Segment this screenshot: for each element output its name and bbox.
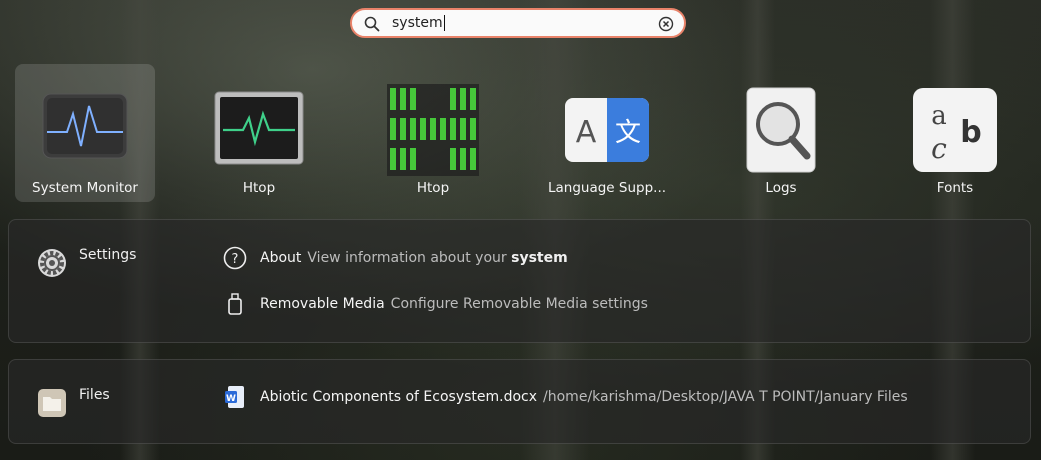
settings-provider-label: Settings (79, 247, 137, 263)
files-folder-icon (37, 388, 67, 422)
clear-search-icon[interactable] (658, 16, 674, 36)
svg-text:b: b (960, 115, 981, 150)
search-box[interactable]: system (350, 8, 686, 38)
app-system-monitor[interactable]: System Monitor (15, 64, 155, 202)
search-icon (364, 16, 380, 36)
app-label: Logs (765, 180, 797, 196)
search-input[interactable]: system (392, 15, 445, 31)
result-description: View information about your system (307, 250, 568, 266)
settings-results-panel: Settings ? About View information about … (8, 219, 1031, 343)
app-label: Language Supp... (547, 180, 667, 196)
app-fonts[interactable]: a b c Fonts (885, 64, 1025, 202)
result-path: /home/karishma/Desktop/JAVA T POINT/Janu… (543, 389, 908, 405)
search-match-highlight: system (511, 250, 568, 266)
app-htop-terminal[interactable]: Htop (189, 64, 329, 202)
svg-text:A: A (576, 115, 597, 150)
app-results-grid: System Monitor Htop Htop A 文 Language Su… (0, 64, 1041, 204)
usb-drive-icon (223, 292, 247, 316)
files-result-document[interactable]: W Abiotic Components of Ecosystem.docx /… (223, 384, 908, 410)
svg-text:文: 文 (615, 118, 641, 148)
settings-result-about[interactable]: ? About View information about your syst… (223, 245, 568, 271)
result-title: Abiotic Components of Ecosystem.docx (260, 389, 538, 405)
result-description: Configure Removable Media settings (390, 296, 648, 312)
word-document-icon: W (223, 385, 247, 409)
app-label: Htop (242, 180, 276, 196)
svg-text:W: W (226, 394, 236, 404)
settings-result-removable-media[interactable]: Removable Media Configure Removable Medi… (223, 291, 648, 317)
files-provider-label: Files (79, 387, 110, 403)
settings-gear-icon (37, 248, 67, 282)
result-title: Removable Media (260, 296, 385, 312)
help-circle-icon: ? (223, 246, 247, 270)
fonts-icon: a b c (909, 84, 1001, 176)
language-support-icon: A 文 (561, 84, 653, 176)
app-htop[interactable]: Htop (363, 64, 503, 202)
app-label: Fonts (936, 180, 974, 196)
app-language-support[interactable]: A 文 Language Supp... (537, 64, 677, 202)
system-monitor-icon (39, 84, 131, 176)
svg-text:a: a (931, 101, 947, 131)
result-title: About (260, 250, 302, 266)
app-logs[interactable]: Logs (711, 64, 851, 202)
svg-text:c: c (931, 132, 947, 165)
logs-magnifier-icon (735, 84, 827, 176)
htop-terminal-icon (213, 84, 305, 176)
files-results-panel: Files W Abiotic Components of Ecosystem.… (8, 359, 1031, 444)
svg-text:?: ? (232, 252, 239, 267)
app-label: System Monitor (32, 180, 138, 196)
app-label: Htop (416, 180, 450, 196)
htop-green-bars-icon (387, 84, 479, 176)
